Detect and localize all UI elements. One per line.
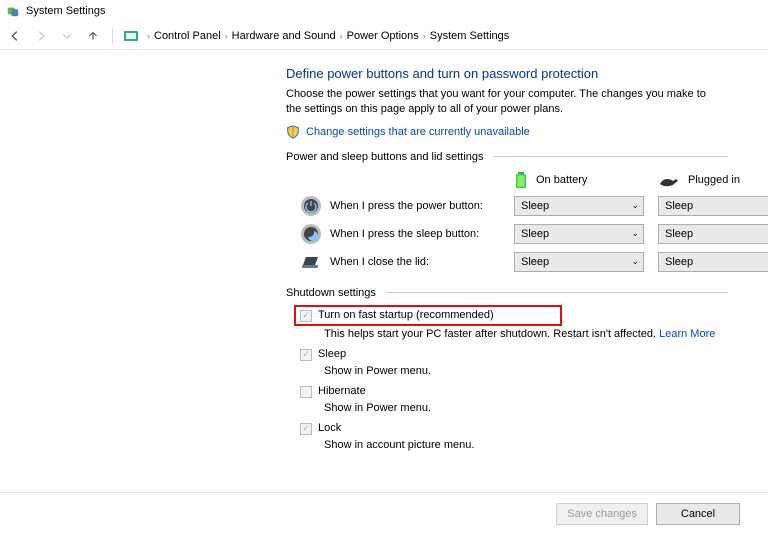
section-legend: Shutdown settings: [286, 287, 380, 299]
hibernate-label: Hibernate: [318, 385, 366, 397]
lid-row-label: When I close the lid:: [300, 251, 500, 273]
power-plan-icon: [6, 4, 20, 18]
shield-icon: [286, 125, 300, 139]
separator: [386, 292, 728, 293]
battery-icon: [514, 171, 528, 189]
row-label-text: When I press the power button:: [330, 200, 483, 212]
chevron-down-icon: ⌄: [631, 228, 639, 239]
fast-startup-row: ✓ Turn on fast startup (recommended): [294, 305, 562, 326]
titlebar: System Settings: [0, 0, 768, 22]
section-legend: Power and sleep buttons and lid settings: [286, 151, 488, 163]
cancel-button[interactable]: Cancel: [656, 503, 740, 525]
chevron-right-icon: ›: [225, 31, 228, 41]
power-button-row-label: When I press the power button:: [300, 195, 500, 217]
separator: [112, 27, 113, 45]
column-label: On battery: [536, 174, 587, 186]
row-label-text: When I press the sleep button:: [330, 228, 479, 240]
row-label-text: When I close the lid:: [330, 256, 429, 268]
chevron-down-icon: ⌄: [631, 200, 639, 211]
save-button[interactable]: Save changes: [556, 503, 648, 525]
separator: [494, 156, 728, 157]
recent-locations-button[interactable]: [58, 27, 76, 45]
column-header-battery: On battery: [514, 171, 644, 189]
sleep-sub: Show in Power menu.: [324, 365, 728, 377]
lid-plugged-select[interactable]: Sleep ⌄: [658, 252, 768, 272]
shutdown-settings-section: Shutdown settings ✓ Turn on fast startup…: [286, 287, 728, 451]
content-area: Define power buttons and turn on passwor…: [0, 50, 730, 451]
column-header-plugged: Plugged in: [658, 173, 768, 187]
breadcrumb-item[interactable]: System Settings: [430, 30, 509, 42]
breadcrumb-item[interactable]: Control Panel: [154, 30, 221, 42]
fast-startup-sub: This helps start your PC faster after sh…: [324, 328, 728, 340]
plug-icon: [658, 173, 680, 187]
forward-button[interactable]: [32, 27, 50, 45]
sleep-row: ✓ Sleep: [296, 346, 728, 363]
window-title: System Settings: [26, 5, 105, 17]
select-value: Sleep: [665, 200, 693, 212]
lock-sub: Show in account picture menu.: [324, 439, 728, 451]
power-button-plugged-select[interactable]: Sleep ⌄: [658, 196, 768, 216]
sleep-button-icon: [300, 223, 322, 245]
footer-buttons: Save changes Cancel: [556, 503, 740, 525]
sleep-label: Sleep: [318, 348, 346, 360]
lid-battery-select[interactable]: Sleep ⌄: [514, 252, 644, 272]
sleep-button-plugged-select[interactable]: Sleep ⌄: [658, 224, 768, 244]
navbar: › Control Panel › Hardware and Sound › P…: [0, 22, 768, 50]
select-value: Sleep: [521, 256, 549, 268]
footer-separator: [0, 492, 768, 493]
fast-startup-sub-text: This helps start your PC faster after sh…: [324, 328, 656, 340]
power-button-icon: [300, 195, 322, 217]
back-button[interactable]: [6, 27, 24, 45]
chevron-right-icon: ›: [340, 31, 343, 41]
admin-link-row: Change settings that are currently unava…: [286, 125, 730, 139]
breadcrumb-item[interactable]: Power Options: [347, 30, 419, 42]
power-buttons-section: Power and sleep buttons and lid settings…: [286, 151, 728, 277]
hibernate-checkbox[interactable]: [300, 386, 312, 398]
fast-startup-checkbox[interactable]: ✓: [300, 310, 312, 322]
select-value: Sleep: [521, 200, 549, 212]
power-button-battery-select[interactable]: Sleep ⌄: [514, 196, 644, 216]
laptop-lid-icon: [300, 251, 322, 273]
hibernate-row: Hibernate: [296, 383, 728, 400]
learn-more-link[interactable]: Learn More: [659, 328, 715, 340]
chevron-down-icon: ⌄: [631, 256, 639, 267]
breadcrumb: › Control Panel › Hardware and Sound › P…: [147, 30, 509, 42]
select-value: Sleep: [665, 228, 693, 240]
chevron-right-icon: ›: [147, 31, 150, 41]
page-title: Define power buttons and turn on passwor…: [286, 66, 730, 81]
fast-startup-label: Turn on fast startup (recommended): [318, 309, 494, 321]
chevron-right-icon: ›: [423, 31, 426, 41]
sleep-checkbox[interactable]: ✓: [300, 349, 312, 361]
up-button[interactable]: [84, 27, 102, 45]
lock-row: ✓ Lock: [296, 420, 728, 437]
control-panel-icon: [123, 28, 139, 44]
select-value: Sleep: [521, 228, 549, 240]
column-label: Plugged in: [688, 174, 740, 186]
page-description: Choose the power settings that you want …: [286, 87, 716, 117]
change-unavailable-link[interactable]: Change settings that are currently unava…: [306, 126, 530, 138]
sleep-button-battery-select[interactable]: Sleep ⌄: [514, 224, 644, 244]
lock-label: Lock: [318, 422, 341, 434]
select-value: Sleep: [665, 256, 693, 268]
hibernate-sub: Show in Power menu.: [324, 402, 728, 414]
sleep-button-row-label: When I press the sleep button:: [300, 223, 500, 245]
lock-checkbox[interactable]: ✓: [300, 423, 312, 435]
breadcrumb-item[interactable]: Hardware and Sound: [232, 30, 336, 42]
